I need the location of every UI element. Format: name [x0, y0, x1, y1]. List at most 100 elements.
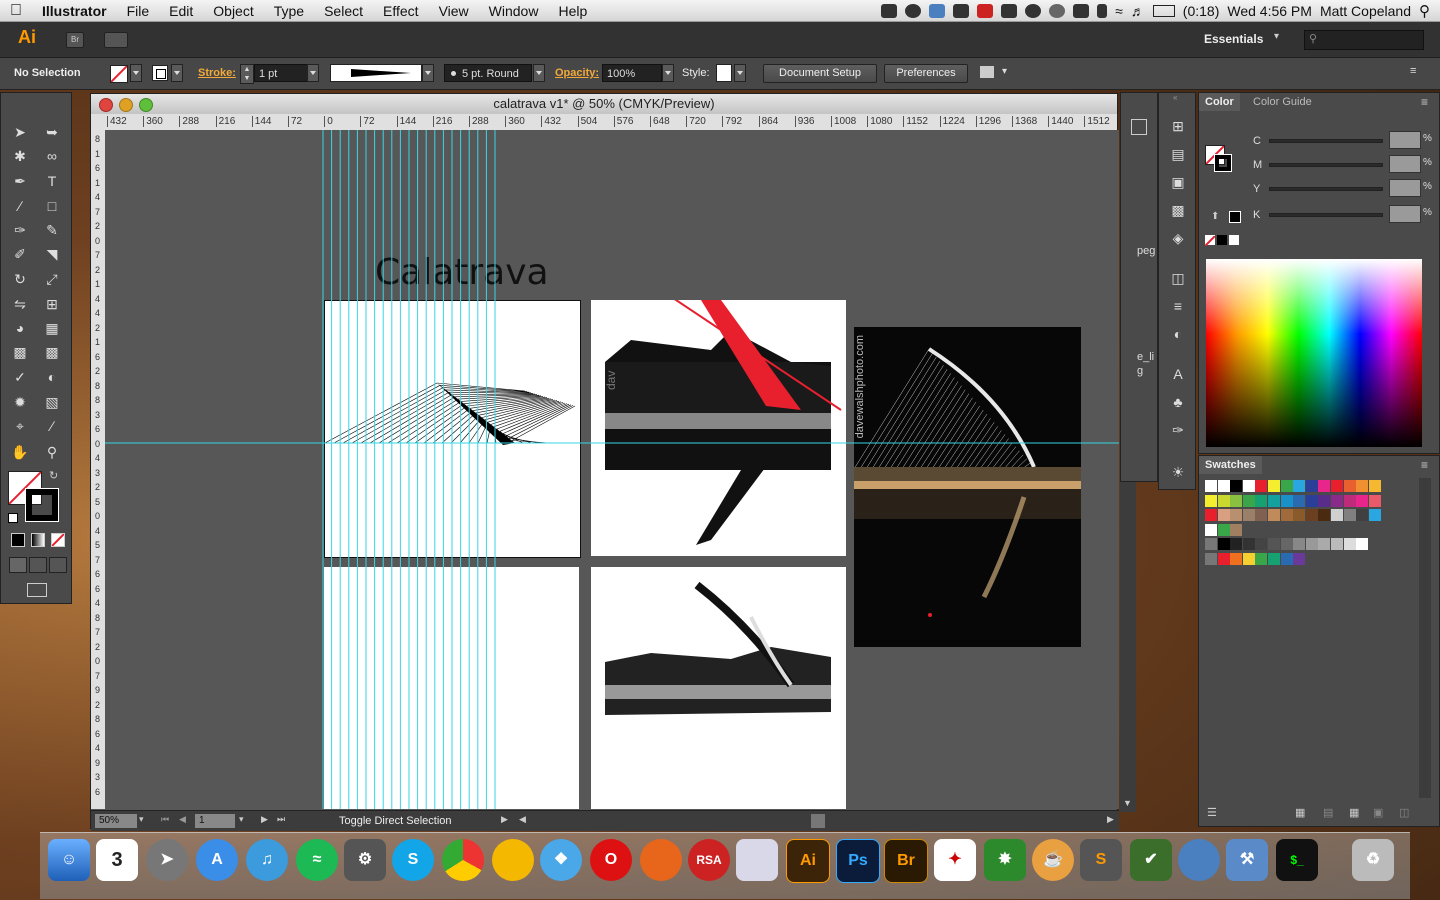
none-swatch[interactable]: [1204, 235, 1216, 247]
black-swatch[interactable]: [1217, 235, 1227, 245]
stroke-panel-icon[interactable]: ≡: [1169, 297, 1187, 315]
tab-color[interactable]: Color: [1199, 93, 1240, 111]
slice-tool-icon[interactable]: ∕: [43, 417, 61, 435]
rotate-tool-icon[interactable]: ↻: [11, 270, 29, 288]
color-swatch[interactable]: [1368, 494, 1381, 507]
symbol-sprayer-tool-icon[interactable]: ✹: [11, 393, 29, 411]
color-mode-button[interactable]: [11, 533, 25, 547]
dock-coda-icon[interactable]: ✔: [1130, 839, 1172, 881]
bridge-photo[interactable]: davewalshphoto.com: [854, 327, 1081, 647]
menu-app-name[interactable]: Illustrator: [32, 3, 117, 19]
yellow-slider[interactable]: [1269, 187, 1383, 191]
swatch-scrollbar[interactable]: [1419, 478, 1431, 798]
line-tool-icon[interactable]: ∕: [11, 197, 29, 215]
workspace-switcher[interactable]: Essentials: [1204, 32, 1263, 46]
scroll-left-icon[interactable]: ◀: [519, 814, 526, 825]
appearance-panel-icon[interactable]: ☀: [1169, 463, 1187, 481]
paintbrush-tool-icon[interactable]: ✑: [11, 221, 29, 239]
menu-type[interactable]: Type: [264, 3, 314, 19]
apple-icon[interactable]: : [0, 2, 32, 20]
preferences-button[interactable]: Preferences: [884, 64, 968, 83]
stroke-color-swatch[interactable]: [25, 488, 59, 522]
color-swatch[interactable]: [1217, 523, 1230, 536]
screen-mode-icon[interactable]: [27, 583, 47, 597]
color-swatch[interactable]: [1268, 552, 1280, 565]
dock-calendar-icon[interactable]: 3: [96, 839, 138, 881]
fill-swatch[interactable]: [110, 65, 128, 83]
column-graph-tool-icon[interactable]: ▧: [43, 393, 61, 411]
color-swatch[interactable]: [1242, 538, 1255, 550]
brush-dropdown[interactable]: [533, 64, 545, 82]
color-swatch[interactable]: [1205, 538, 1217, 550]
arrange-documents-button[interactable]: [104, 32, 128, 48]
artboard-4[interactable]: [591, 567, 846, 809]
color-swatch[interactable]: [1343, 538, 1356, 550]
out-of-gamut-icon[interactable]: ⬆: [1211, 211, 1219, 222]
minimize-window-icon[interactable]: [119, 98, 133, 112]
color-swatch[interactable]: [1205, 523, 1217, 536]
color-swatch[interactable]: [1331, 494, 1343, 507]
color-spectrum[interactable]: [1206, 259, 1422, 447]
draw-behind-icon[interactable]: [29, 557, 47, 573]
color-swatch[interactable]: [1205, 552, 1217, 565]
opacity-label[interactable]: Opacity:: [555, 67, 599, 79]
color-swatch[interactable]: [1280, 552, 1293, 565]
dock-skype-icon[interactable]: S: [392, 839, 434, 881]
status-check-icon[interactable]: [881, 3, 898, 18]
opacity-dropdown[interactable]: [662, 64, 674, 82]
battery-time[interactable]: (0:18): [1183, 3, 1220, 19]
stroke-weight-dropdown[interactable]: [307, 64, 319, 82]
dropbox-icon[interactable]: [929, 3, 946, 18]
none-mode-button[interactable]: [51, 533, 65, 547]
dock-trash-icon[interactable]: ♻: [1352, 839, 1394, 881]
pencil-tool-icon[interactable]: ✎: [43, 221, 61, 239]
dock-app-store-icon[interactable]: A: [196, 839, 238, 881]
dock-finder-icon[interactable]: ☺: [48, 839, 90, 881]
menu-edit[interactable]: Edit: [159, 3, 203, 19]
eye-icon[interactable]: [1025, 3, 1042, 18]
display-icon[interactable]: [1073, 3, 1090, 18]
zoom-window-icon[interactable]: [139, 98, 153, 112]
panel-collapse-icon[interactable]: «: [1173, 93, 1177, 102]
color-swatch[interactable]: [1217, 552, 1230, 565]
color-panel-menu-icon[interactable]: ≡: [1421, 95, 1428, 109]
new-color-group-icon[interactable]: ▦: [1349, 806, 1359, 819]
color-swatch[interactable]: [1343, 509, 1356, 521]
hand-tool-icon[interactable]: ✋: [11, 443, 29, 461]
default-colors-icon[interactable]: [8, 513, 18, 523]
dock-chrome-canary-icon[interactable]: [492, 839, 534, 881]
magenta-input[interactable]: [1389, 155, 1421, 173]
dock-itunes-icon[interactable]: ♫: [246, 839, 288, 881]
color-swatch[interactable]: [1293, 538, 1306, 550]
color-swatch[interactable]: [1230, 509, 1243, 521]
color-swatch[interactable]: [1217, 494, 1230, 507]
artboard-2[interactable]: dav: [591, 300, 846, 556]
first-artboard-icon[interactable]: ⏮: [161, 814, 169, 825]
color-swatch[interactable]: [1293, 480, 1306, 492]
zoom-tool-icon[interactable]: ⚲: [43, 443, 61, 461]
width-tool-icon[interactable]: ⇋: [11, 295, 29, 313]
dock-illustrator-icon[interactable]: Ai: [786, 839, 830, 883]
transform-panel-icon[interactable]: ▣: [1169, 173, 1187, 191]
battery-icon[interactable]: [1152, 4, 1175, 17]
color-swatch[interactable]: [1305, 480, 1318, 492]
scale-tool-icon[interactable]: ⤢: [43, 270, 61, 288]
color-swatch[interactable]: [1293, 509, 1306, 521]
next-artboard-icon[interactable]: ▶: [261, 814, 268, 825]
menu-view[interactable]: View: [429, 3, 479, 19]
color-swatch[interactable]: [1242, 494, 1255, 507]
color-swatch[interactable]: [1242, 552, 1255, 565]
lasso-tool-icon[interactable]: ∞: [43, 147, 61, 165]
dock-acrobat-icon[interactable]: ✦: [934, 839, 976, 881]
artboard-1[interactable]: [324, 300, 581, 558]
eraser-tool-icon[interactable]: ◥: [43, 245, 61, 263]
people-icon[interactable]: [1001, 3, 1018, 18]
variable-width-profile[interactable]: [330, 64, 422, 82]
color-swatch[interactable]: [1356, 480, 1369, 492]
menu-object[interactable]: Object: [203, 3, 263, 19]
arrange-panels-icon[interactable]: [1131, 119, 1147, 135]
menu-window[interactable]: Window: [479, 3, 549, 19]
menu-effect[interactable]: Effect: [373, 3, 429, 19]
color-swatch[interactable]: [1343, 480, 1356, 492]
stroke-stepper[interactable]: ▲ ▼: [240, 64, 254, 84]
